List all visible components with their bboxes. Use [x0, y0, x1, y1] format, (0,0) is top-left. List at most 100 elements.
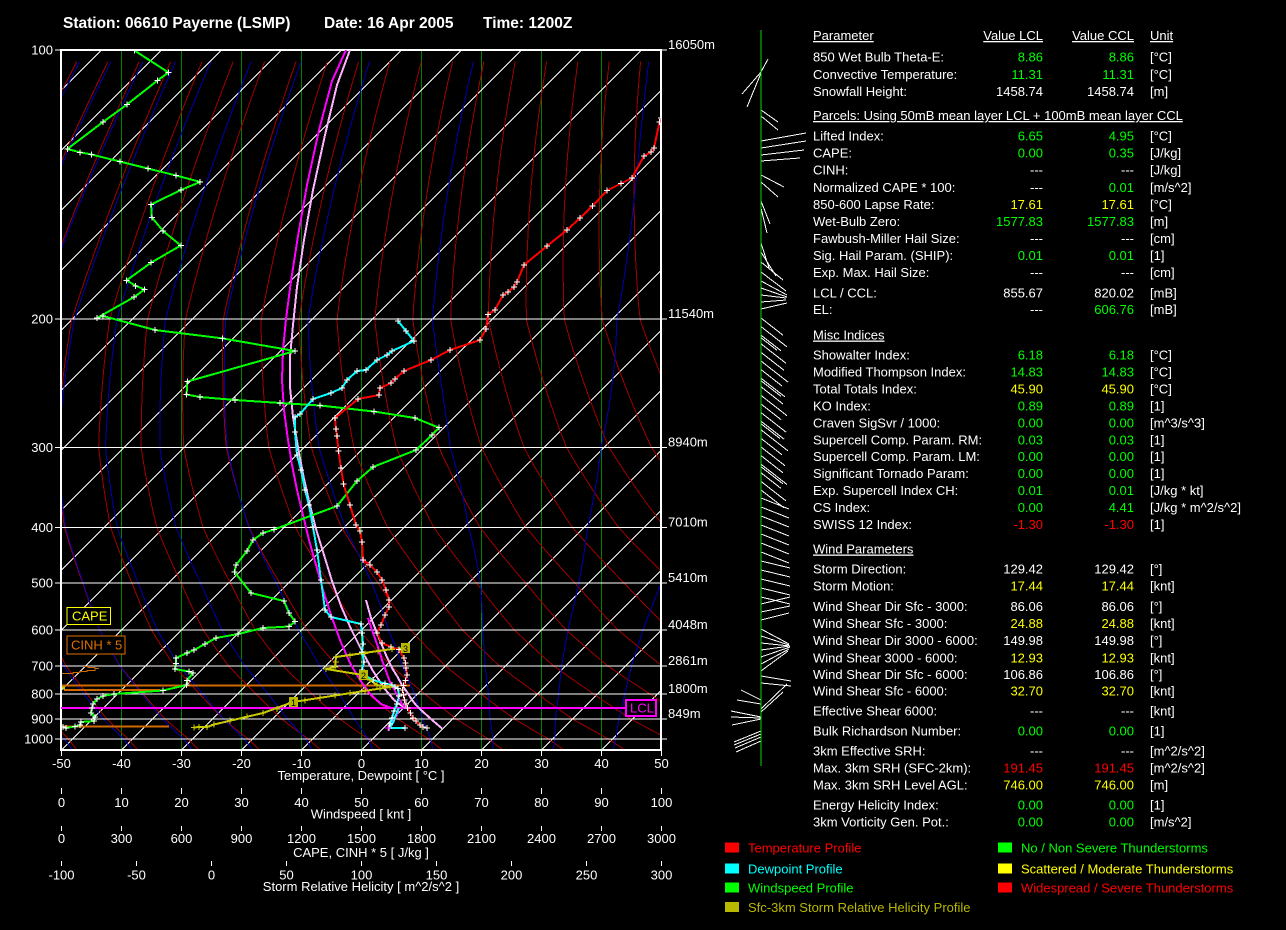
svg-text:850-600 Lapse Rate:: 850-600 Lapse Rate: [813, 197, 934, 212]
svg-text:0.03: 0.03 [1018, 432, 1043, 447]
svg-text:Windspeed [ knt ]: Windspeed [ knt ] [311, 807, 411, 822]
svg-text:[1]: [1] [1150, 798, 1164, 813]
svg-text:CINH * 5: CINH * 5 [71, 638, 122, 653]
svg-text:[J/kg]: [J/kg] [1150, 163, 1181, 178]
svg-text:[1]: [1] [1150, 449, 1164, 464]
svg-text:0.00: 0.00 [1018, 146, 1043, 161]
svg-text:[knt]: [knt] [1150, 650, 1175, 665]
svg-text:1000: 1000 [24, 732, 53, 747]
svg-text:[m]: [m] [1150, 84, 1168, 99]
svg-text:Sfc-3km Storm Relative Helicit: Sfc-3km Storm Relative Helicity Profile [748, 900, 971, 915]
svg-text:[°]: [°] [1150, 667, 1162, 682]
svg-text:90: 90 [594, 795, 608, 810]
svg-text:Value CCL: Value CCL [1072, 28, 1134, 43]
svg-text:0.00: 0.00 [1109, 815, 1134, 830]
svg-text:8940m: 8940m [668, 435, 708, 450]
svg-text:Storm Direction:: Storm Direction: [813, 562, 906, 577]
svg-text:Craven SigSvr / 1000:: Craven SigSvr / 1000: [813, 415, 940, 430]
svg-text:[1]: [1] [1150, 466, 1164, 481]
svg-text:0.89: 0.89 [1109, 398, 1134, 413]
svg-text:45.90: 45.90 [1101, 381, 1134, 396]
svg-text:0.00: 0.00 [1018, 815, 1043, 830]
svg-text:0.00: 0.00 [1109, 415, 1134, 430]
svg-text:[1]: [1] [1150, 398, 1164, 413]
svg-text:-100: -100 [48, 868, 74, 883]
svg-text:0.00: 0.00 [1109, 449, 1134, 464]
svg-text:100: 100 [31, 43, 53, 58]
svg-text:2700: 2700 [587, 831, 616, 846]
svg-text:70: 70 [474, 795, 488, 810]
svg-text:[mB]: [mB] [1150, 302, 1177, 317]
svg-text:8.86: 8.86 [1109, 50, 1134, 65]
svg-text:24.88: 24.88 [1101, 616, 1134, 631]
svg-text:Widespread / Severe Thundersto: Widespread / Severe Thunderstorms [1021, 881, 1234, 896]
svg-text:[knt]: [knt] [1150, 684, 1175, 699]
svg-text:1: 1 [291, 698, 296, 708]
svg-text:0: 0 [58, 831, 65, 846]
svg-text:Lifted Index:: Lifted Index: [813, 129, 884, 144]
svg-text:606.76: 606.76 [1094, 302, 1134, 317]
svg-text:1800: 1800 [407, 831, 436, 846]
svg-text:-1.30: -1.30 [1104, 517, 1134, 532]
svg-text:850 Wet Bulb Theta-E:: 850 Wet Bulb Theta-E: [813, 50, 944, 65]
svg-text:1577.83: 1577.83 [1087, 214, 1134, 229]
svg-text:LCL: LCL [630, 701, 654, 716]
svg-text:17.44: 17.44 [1010, 579, 1043, 594]
svg-text:[cm]: [cm] [1150, 265, 1175, 280]
svg-text:Misc Indices: Misc Indices [813, 328, 885, 343]
svg-text:[m]: [m] [1150, 778, 1168, 793]
svg-text:[m^3/s^3]: [m^3/s^3] [1150, 415, 1205, 430]
svg-text:1458.74: 1458.74 [996, 84, 1043, 99]
svg-text:CS Index:: CS Index: [813, 500, 870, 515]
svg-text:-40: -40 [112, 756, 131, 771]
svg-text:200: 200 [31, 312, 53, 327]
svg-text:-20: -20 [232, 756, 251, 771]
svg-text:30: 30 [234, 795, 248, 810]
svg-text:---: --- [1030, 163, 1043, 178]
svg-text:[knt]: [knt] [1150, 616, 1175, 631]
svg-text:2100: 2100 [467, 831, 496, 846]
svg-text:250: 250 [576, 868, 598, 883]
svg-text:Parameter: Parameter [813, 28, 874, 43]
svg-text:191.45: 191.45 [1094, 761, 1134, 776]
svg-text:17.44: 17.44 [1101, 579, 1134, 594]
svg-text:---: --- [1121, 265, 1134, 280]
svg-text:Value LCL: Value LCL [983, 28, 1043, 43]
svg-text:[m]: [m] [1150, 214, 1168, 229]
svg-text:Storm Relative Helicity [ m^2/: Storm Relative Helicity [ m^2/s^2 ] [263, 879, 459, 894]
svg-text:---: --- [1030, 231, 1043, 246]
svg-text:Supercell Comp. Param. LM:: Supercell Comp. Param. LM: [813, 449, 980, 464]
svg-text:Fawbush-Miller Hail Size:: Fawbush-Miller Hail Size: [813, 231, 960, 246]
svg-text:Temperature, Dewpoint [ °C ]: Temperature, Dewpoint [ °C ] [277, 768, 444, 783]
svg-text:10: 10 [114, 795, 128, 810]
svg-text:[1]: [1] [1150, 432, 1164, 447]
svg-text:[1]: [1] [1150, 517, 1164, 532]
svg-text:Sig. Hail Param. (SHIP):: Sig. Hail Param. (SHIP): [813, 248, 953, 263]
svg-text:[knt]: [knt] [1150, 704, 1175, 719]
svg-text:2: 2 [361, 671, 366, 681]
svg-text:149.98: 149.98 [1003, 633, 1043, 648]
svg-text:[°C]: [°C] [1150, 381, 1172, 396]
svg-text:6.18: 6.18 [1109, 347, 1134, 362]
svg-text:Supercell Comp. Param. RM:: Supercell Comp. Param. RM: [813, 432, 982, 447]
svg-text:14.83: 14.83 [1101, 364, 1134, 379]
svg-text:Time: 1200Z: Time: 1200Z [483, 15, 573, 32]
svg-text:746.00: 746.00 [1003, 778, 1043, 793]
svg-text:0: 0 [208, 868, 215, 883]
svg-text:600: 600 [31, 623, 53, 638]
svg-text:4.95: 4.95 [1109, 129, 1134, 144]
svg-text:EL:: EL: [813, 302, 833, 317]
svg-text:Bulk Richardson Number:: Bulk Richardson Number: [813, 724, 961, 739]
svg-text:24.88: 24.88 [1010, 616, 1043, 631]
svg-text:-50: -50 [52, 756, 71, 771]
svg-text:40: 40 [594, 756, 608, 771]
svg-text:746.00: 746.00 [1094, 778, 1134, 793]
svg-text:Wind Parameters: Wind Parameters [813, 542, 914, 557]
svg-text:[°C]: [°C] [1150, 347, 1172, 362]
svg-text:80: 80 [534, 795, 548, 810]
svg-text:Effective Shear 6000:: Effective Shear 6000: [813, 704, 937, 719]
svg-text:0.01: 0.01 [1109, 483, 1134, 498]
svg-text:0.00: 0.00 [1018, 798, 1043, 813]
svg-text:60: 60 [414, 795, 428, 810]
svg-text:CAPE, CINH * 5 [ J/kg ]: CAPE, CINH * 5 [ J/kg ] [293, 845, 429, 860]
